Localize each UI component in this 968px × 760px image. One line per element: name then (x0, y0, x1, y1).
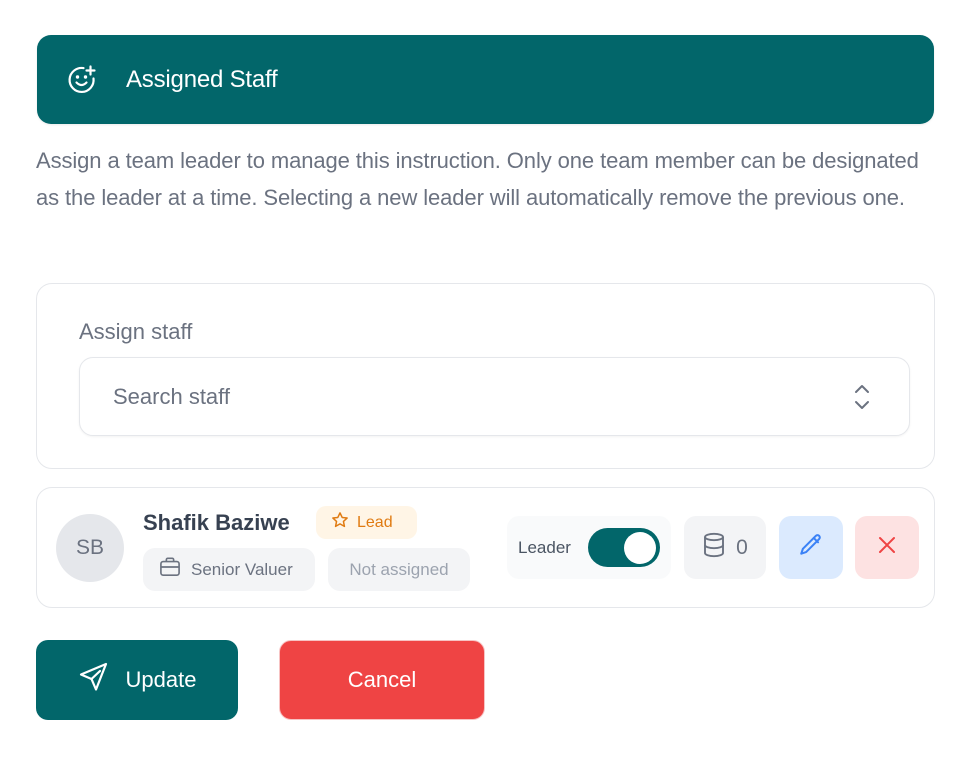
assign-staff-card: Assign staff Search staff (36, 283, 935, 469)
assignment-chip: Not assigned (328, 548, 470, 591)
smile-plus-icon (65, 63, 99, 97)
star-icon (331, 511, 349, 534)
update-label: Update (125, 667, 197, 692)
staff-row: SB Shafik Baziwe Lead Senior Valuer Not … (36, 487, 935, 608)
edit-button[interactable] (779, 516, 843, 579)
cancel-label: Cancel (347, 667, 417, 692)
description-text: Assign a team leader to manage this inst… (36, 148, 919, 210)
leader-control: Leader (507, 516, 671, 579)
update-button[interactable]: Update (36, 640, 238, 720)
remove-button[interactable] (855, 516, 919, 579)
avatar: SB (56, 514, 124, 582)
leader-toggle[interactable] (588, 528, 660, 567)
role-chip: Senior Valuer (143, 548, 315, 591)
cancel-button[interactable]: Cancel (279, 640, 485, 720)
search-staff-placeholder: Search staff (113, 383, 230, 409)
count-value: 0 (736, 535, 748, 559)
header-title: Assigned Staff (126, 65, 278, 93)
lead-badge: Lead (316, 506, 417, 539)
assigned-staff-header: Assigned Staff (37, 35, 934, 124)
database-count: 0 (684, 516, 766, 579)
search-staff-select[interactable]: Search staff (79, 357, 910, 436)
staff-name: Shafik Baziwe (143, 510, 290, 535)
role-label: Senior Valuer (191, 559, 293, 579)
toggle-knob (624, 531, 656, 564)
chevron-up-down-icon (851, 382, 873, 412)
database-icon (702, 532, 726, 564)
briefcase-icon (159, 557, 181, 582)
send-icon (78, 661, 110, 699)
pencil-icon (798, 532, 824, 563)
close-icon (876, 534, 898, 561)
lead-badge-label: Lead (357, 513, 393, 531)
assign-staff-label: Assign staff (79, 319, 193, 344)
leader-label: Leader (518, 537, 571, 557)
